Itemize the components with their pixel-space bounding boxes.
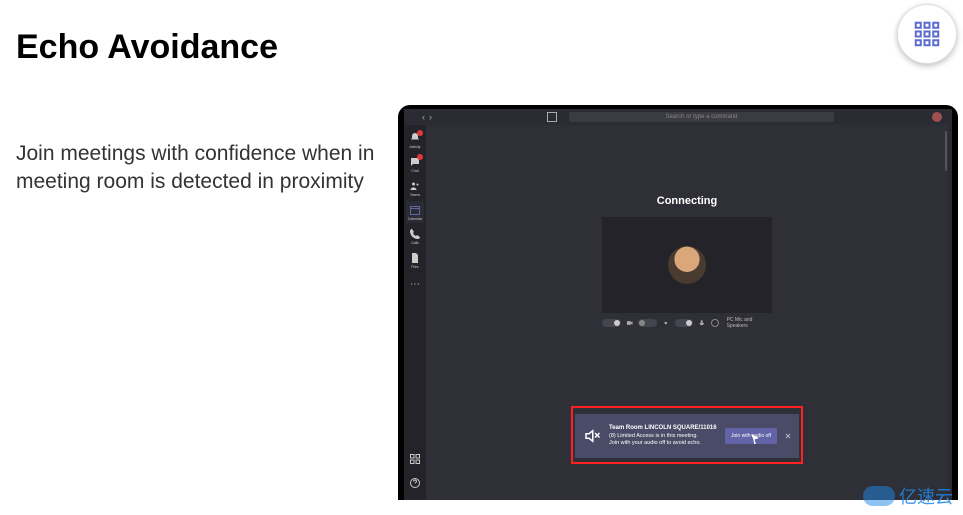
sidebar-item-teams[interactable]: Teams xyxy=(406,177,424,199)
phone-icon xyxy=(409,228,421,240)
join-audio-off-button[interactable]: Join with audio off xyxy=(725,428,777,444)
sidebar-item-label: Files xyxy=(411,265,418,269)
teams-screen: ‹ › Search or type a command Activity Ch… xyxy=(404,109,952,500)
badge-icon xyxy=(417,154,423,160)
watermark-text: 亿速云 xyxy=(899,483,953,509)
sidebar-item-more[interactable]: ⋯ xyxy=(406,273,424,295)
cloud-icon xyxy=(863,486,895,506)
nav-arrows[interactable]: ‹ › xyxy=(422,112,432,122)
toast-close-button[interactable]: ✕ xyxy=(783,432,793,441)
video-preview xyxy=(602,217,772,313)
teams-icon xyxy=(409,180,421,192)
audio-device-label[interactable]: PC Mic and Speakers xyxy=(727,317,772,329)
building-grid-icon xyxy=(912,19,942,49)
apps-icon xyxy=(409,453,421,465)
search-input[interactable]: Search or type a command xyxy=(569,112,834,122)
sidebar-item-activity[interactable]: Activity xyxy=(406,129,424,151)
sidebar-item-label: Activity xyxy=(409,145,420,149)
sidebar-item-calendar[interactable]: Calendar xyxy=(406,201,424,223)
speaker-off-icon xyxy=(581,425,603,447)
camera-icon xyxy=(626,319,634,327)
sidebar: Activity Chat Teams Calendar Calls F xyxy=(404,125,426,500)
watermark: 亿速云 xyxy=(863,483,953,509)
toast-line3: Join with your audio off to avoid echo. xyxy=(609,440,701,446)
settings-icon[interactable] xyxy=(711,319,719,327)
sidebar-item-label: Calendar xyxy=(408,217,422,221)
badge-icon xyxy=(417,130,423,136)
topbar: ‹ › Search or type a command xyxy=(422,109,948,125)
sidebar-item-label: Calls xyxy=(411,241,419,245)
help-icon xyxy=(409,477,421,489)
connecting-status: Connecting xyxy=(426,195,948,207)
ellipsis-icon: ⋯ xyxy=(410,279,420,290)
toast-message: Team Room LINCOLN SQUARE/11016 (8) Limit… xyxy=(609,425,719,447)
corner-building-button[interactable] xyxy=(897,4,957,64)
sidebar-item-chat[interactable]: Chat xyxy=(406,153,424,175)
sidebar-item-help[interactable] xyxy=(406,472,424,494)
forward-icon[interactable]: › xyxy=(429,112,432,122)
avatar xyxy=(668,246,706,284)
slide-title: Echo Avoidance xyxy=(16,28,278,67)
proximity-toast: Team Room LINCOLN SQUARE/11016 (8) Limit… xyxy=(575,414,799,458)
blur-toggle[interactable] xyxy=(638,319,657,327)
mic-toggle[interactable] xyxy=(675,319,694,327)
meeting-join-panel: Connecting PC Mic and Speakers xyxy=(426,125,948,500)
user-avatar[interactable] xyxy=(932,112,942,122)
sidebar-item-calls[interactable]: Calls xyxy=(406,225,424,247)
blur-icon xyxy=(662,319,670,327)
camera-toggle[interactable] xyxy=(602,319,621,327)
sidebar-item-label: Teams xyxy=(410,193,420,197)
prejoin-toolbar: PC Mic and Speakers xyxy=(602,317,772,329)
slide-subtitle: Join meetings with confidence when in me… xyxy=(16,140,376,197)
calendar-icon xyxy=(409,204,421,216)
file-icon xyxy=(409,252,421,264)
toast-title: Team Room LINCOLN SQUARE/11016 xyxy=(609,425,717,431)
sidebar-item-label: Chat xyxy=(411,169,418,173)
new-tab-icon[interactable] xyxy=(547,112,557,122)
sidebar-item-apps[interactable] xyxy=(406,448,424,470)
join-audio-off-label: Join with audio off xyxy=(731,433,771,439)
sidebar-item-files[interactable]: Files xyxy=(406,249,424,271)
back-icon[interactable]: ‹ xyxy=(422,112,425,122)
mic-icon xyxy=(698,319,706,327)
toast-line2: (8) Limited Access is in this meeting. xyxy=(609,433,698,439)
scrollbar[interactable] xyxy=(945,131,947,171)
device-bezel: ‹ › Search or type a command Activity Ch… xyxy=(398,105,958,500)
